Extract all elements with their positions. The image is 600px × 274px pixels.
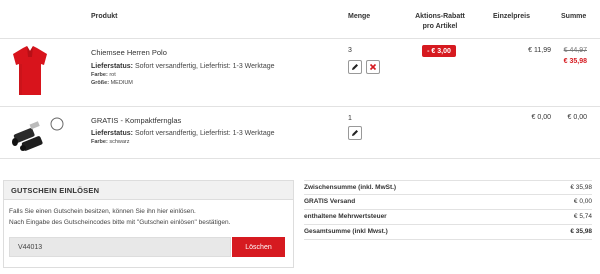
coupon-title: GUTSCHEIN EINLÖSEN (4, 181, 293, 200)
line-sum: € 35,98 (563, 58, 587, 65)
col-header-discount-line1: Aktions-Rabatt (415, 13, 465, 20)
size-label: Größe: (91, 80, 110, 86)
summary-value: € 35,98 (570, 184, 592, 191)
quantity-value: 3 (348, 47, 352, 54)
delivery-status-label: Lieferstatus: (91, 63, 134, 70)
line-sum: € 0,00 (567, 114, 587, 121)
coupon-info-line1: Falls Sie einen Gutschein besitzen, könn… (9, 208, 196, 215)
delivery-status: Lieferstatus: Sofort versandfertig, Lief… (91, 63, 275, 70)
summary-row-total: Gesamtsumme (inkl Mwst.) € 35,98 (304, 225, 592, 238)
pencil-icon (352, 64, 358, 70)
summary-label: Gesamtsumme (inkl Mwst.) (304, 228, 388, 235)
divider (304, 239, 592, 240)
col-header-sum: Summe (561, 13, 587, 20)
edit-button[interactable] (348, 126, 362, 140)
polo-shirt-icon (13, 46, 47, 95)
color-label: Farbe: (91, 139, 108, 145)
summary-label: Zwischensumme (inkl. MwSt.) (304, 184, 397, 191)
delivery-status-value: Sofort versandfertig, Lieferfrist: 1-3 W… (134, 63, 275, 70)
divider (0, 158, 600, 159)
delivery-status-label: Lieferstatus: (91, 130, 134, 137)
quantity-value: 1 (348, 115, 352, 122)
product-name[interactable]: Chiemsee Herren Polo (91, 48, 167, 57)
product-attributes: Farbe: schwarz (91, 138, 130, 146)
divider (0, 106, 600, 107)
product-image-binoculars[interactable] (7, 113, 67, 153)
close-icon (369, 63, 377, 71)
summary-row-subtotal: Zwischensumme (inkl. MwSt.) € 35,98 (304, 181, 592, 194)
divider (0, 38, 600, 39)
delivery-status-value: Sofort versandfertig, Lieferfrist: 1-3 W… (134, 130, 275, 137)
col-header-discount-line2: pro Artikel (422, 23, 458, 30)
color-value: schwarz (109, 139, 130, 145)
summary-value: € 5,74 (573, 213, 592, 220)
delivery-status: Lieferstatus: Sofort versandfertig, Lief… (91, 130, 275, 137)
col-header-product: Produkt (91, 13, 118, 20)
size-value: MEDIUM (110, 80, 133, 86)
pencil-icon (352, 130, 358, 136)
old-sum: € 44,97 (563, 47, 587, 54)
binoculars-icon (12, 117, 64, 151)
col-header-discount: Aktions-Rabatt pro Artikel (410, 13, 470, 30)
coupon-code-input[interactable] (9, 237, 231, 257)
summary-label: GRATIS Versand (304, 198, 356, 205)
discount-badge: - € 3,00 (422, 45, 456, 57)
col-header-quantity: Menge (348, 13, 371, 20)
summary-label: enthaltene Mehrwertsteuer (304, 213, 387, 220)
color-label: Farbe: (91, 72, 108, 78)
color-value: rot (109, 72, 116, 78)
col-header-unit-price: Einzelpreis (493, 13, 530, 20)
edit-button[interactable] (348, 60, 362, 74)
product-name[interactable]: GRATIS - Kompaktfernglas (91, 116, 181, 125)
coupon-info-line2: Nach Eingabe des Gutscheincodes bitte mi… (9, 219, 231, 226)
remove-button[interactable] (366, 60, 380, 74)
product-image-polo[interactable] (9, 44, 51, 100)
product-attributes: Farbe: rot Größe: MEDIUM (91, 71, 133, 87)
coupon-delete-button[interactable]: Löschen (232, 237, 285, 257)
summary-row-shipping: GRATIS Versand € 0,00 (304, 195, 592, 208)
summary-total-value: € 35,98 (570, 228, 592, 235)
summary-value: € 0,00 (573, 198, 592, 205)
summary-row-vat: enthaltene Mehrwertsteuer € 5,74 (304, 210, 592, 223)
